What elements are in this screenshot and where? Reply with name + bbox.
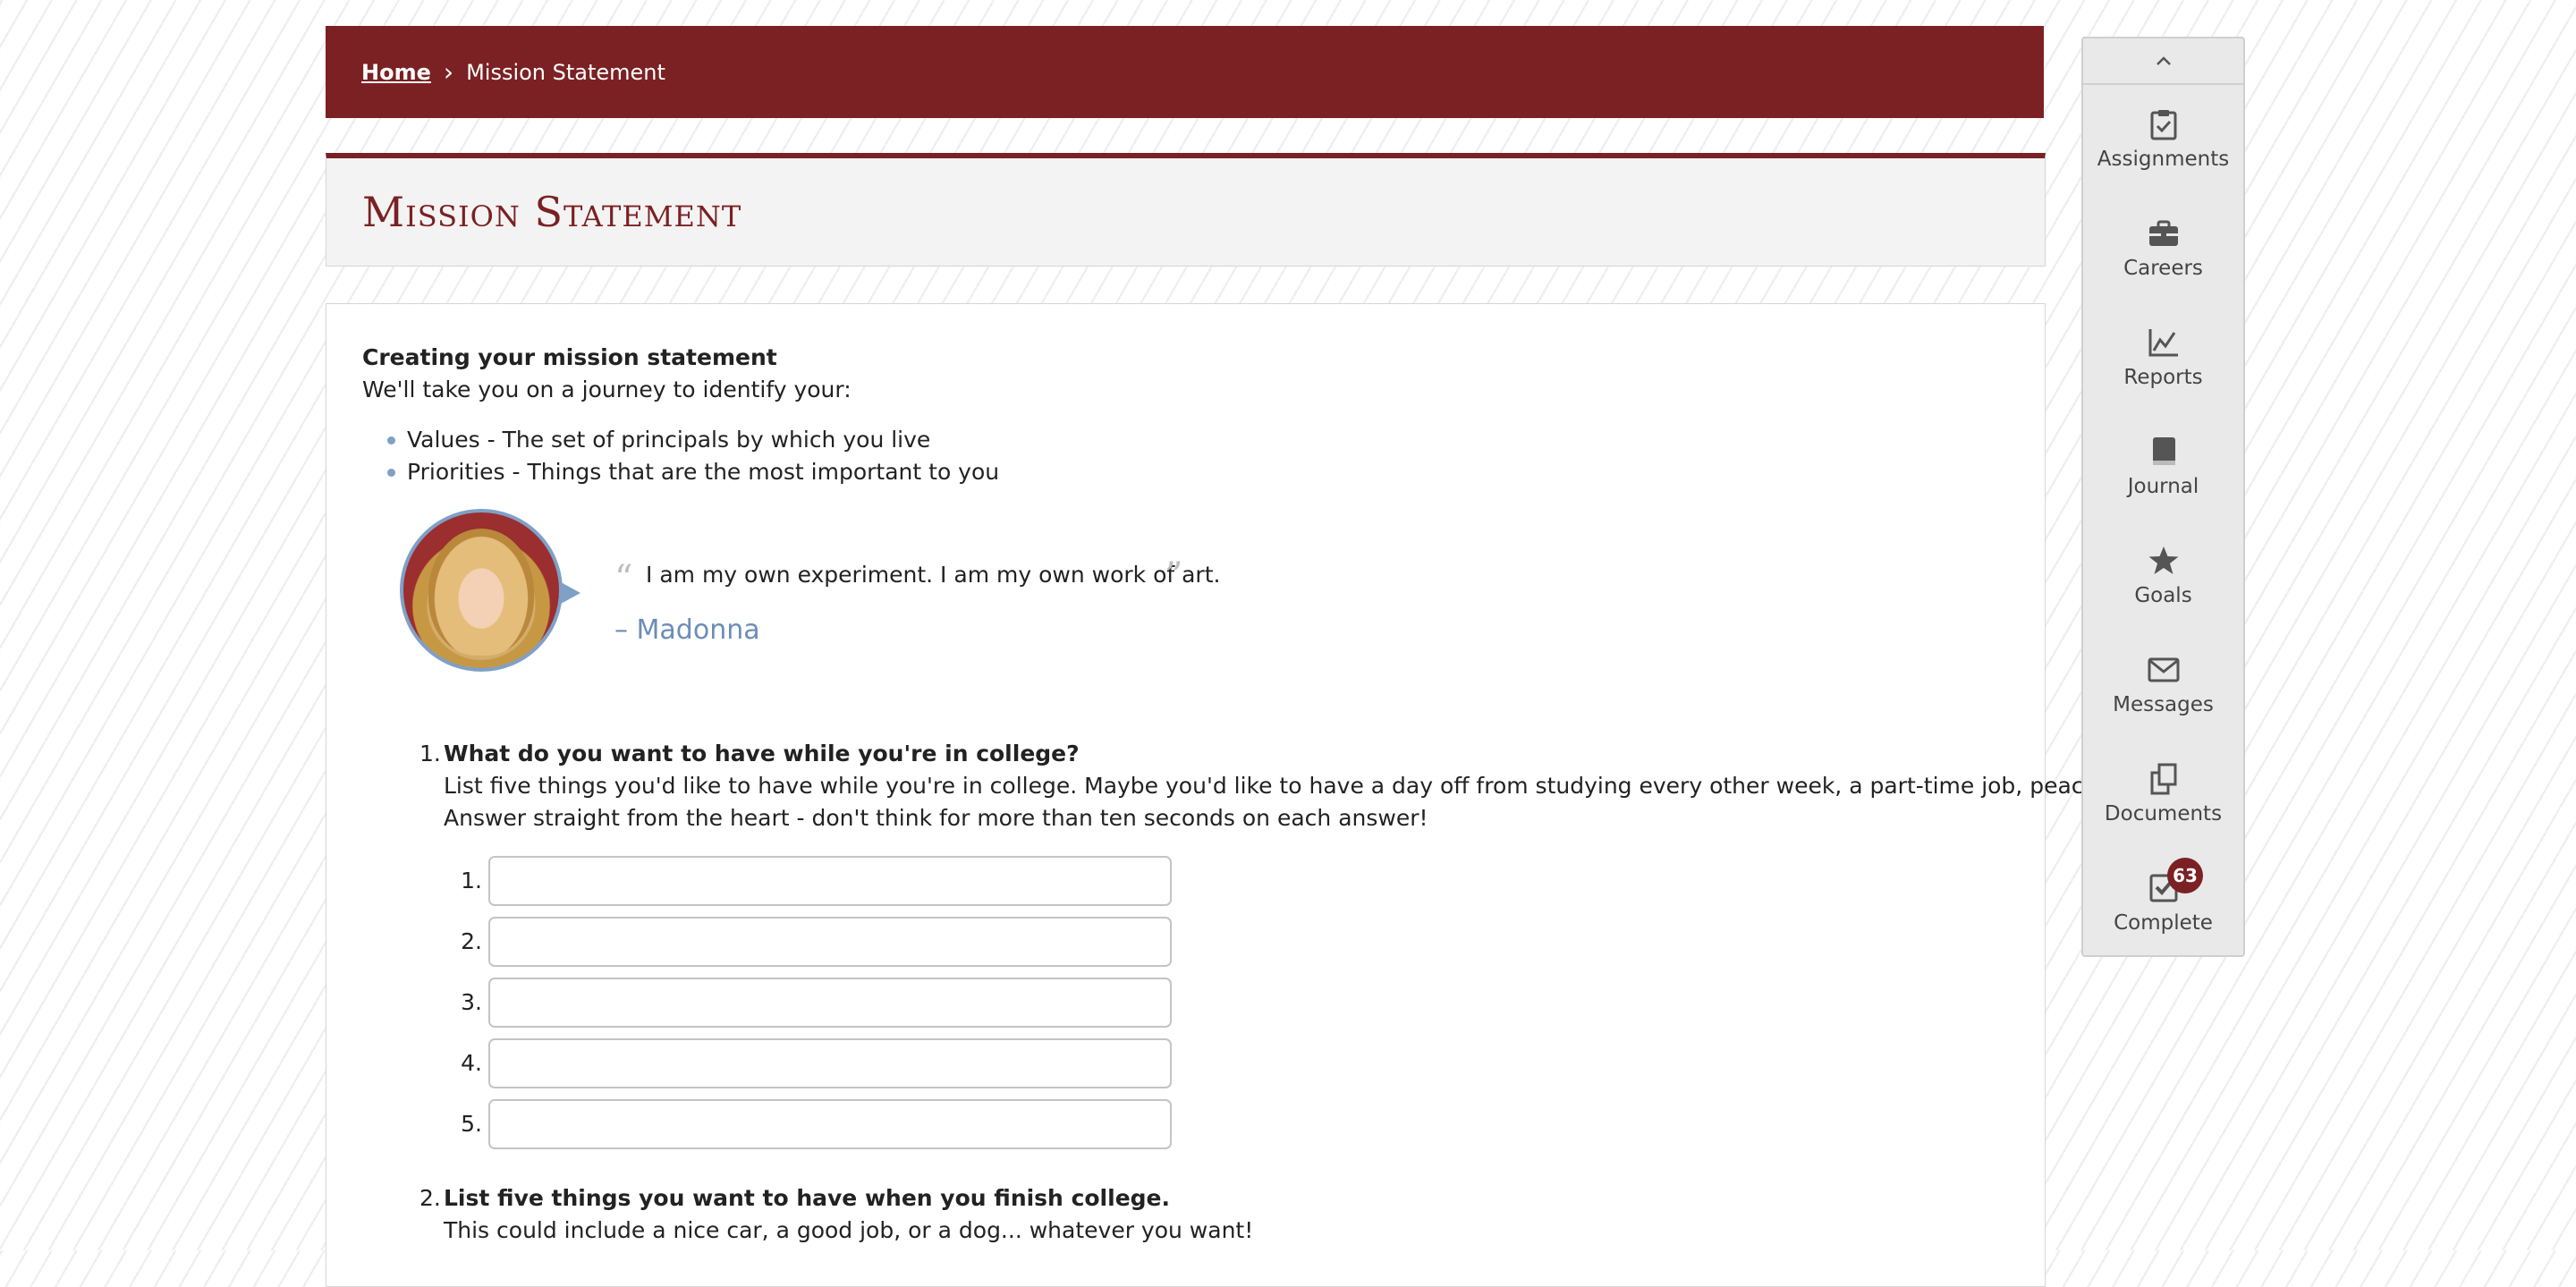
line-chart-icon	[2148, 329, 2178, 357]
page-title: Mission Statement	[362, 188, 742, 236]
quote-text: I am my own experiment. I am my own work…	[646, 562, 1221, 588]
star-icon	[2148, 546, 2178, 574]
breadcrumb-home-link[interactable]: Home	[361, 60, 431, 85]
complete-count-badge: 63	[2167, 858, 2203, 893]
sidebar-item-label: Goals	[2134, 584, 2192, 607]
answer-field-2[interactable]	[488, 917, 1172, 967]
bullet-values: Values - The set of principals by which …	[407, 427, 931, 453]
question-description: Answer straight from the heart - don't t…	[444, 805, 1428, 831]
quote-author: – Madonna	[614, 614, 760, 646]
quick-nav-sidebar: Assignments Careers Reports Journal Goal…	[2081, 37, 2245, 957]
content-panel: Creating your mission statement We'll ta…	[326, 303, 2218, 1287]
briefcase-icon	[2148, 220, 2178, 246]
question-description: List five things you'd like to have whil…	[444, 773, 2218, 799]
sidebar-item-label: Assignments	[2097, 148, 2230, 171]
intro-heading: Creating your mission statement	[362, 344, 777, 370]
answer-number: 5.	[461, 1111, 482, 1137]
bullet-priorities: Priorities - Things that are the most im…	[407, 459, 1000, 485]
bullet-dot	[387, 436, 395, 445]
speech-pointer	[561, 582, 580, 604]
breadcrumb: Home › Mission Statement	[326, 26, 2044, 118]
intro-text: We'll take you on a journey to identify …	[362, 377, 852, 402]
sidebar-item-assignments[interactable]: Assignments	[2083, 89, 2243, 198]
sidebar-item-label: Journal	[2127, 475, 2199, 498]
question-number: 2.	[419, 1185, 441, 1211]
breadcrumb-current: Mission Statement	[466, 59, 665, 85]
chevron-up-icon	[2156, 56, 2171, 65]
sidebar-item-label: Complete	[2114, 911, 2213, 935]
answer-field-4[interactable]	[488, 1038, 1172, 1088]
answer-number: 1.	[461, 868, 482, 893]
sidebar-item-goals[interactable]: Goals	[2083, 525, 2243, 634]
clipboard-check-icon	[2150, 110, 2176, 140]
sidebar-item-documents[interactable]: Documents	[2083, 743, 2243, 852]
sidebar-item-reports[interactable]: Reports	[2083, 307, 2243, 416]
close-quote-icon: ”	[1165, 555, 1183, 597]
answer-field-1[interactable]	[488, 856, 1172, 906]
sidebar-item-careers[interactable]: Careers	[2083, 198, 2243, 307]
sidebar-collapse-button[interactable]	[2083, 38, 2243, 85]
avatar-portrait	[428, 529, 534, 656]
sidebar-item-label: Messages	[2113, 693, 2214, 716]
open-quote-icon: “	[614, 558, 633, 599]
question-description: This could include a nice car, a good jo…	[444, 1217, 1254, 1243]
question-title: What do you want to have while you're in…	[444, 741, 1080, 766]
envelope-icon	[2148, 657, 2179, 682]
sidebar-item-journal[interactable]: Journal	[2083, 416, 2243, 525]
sidebar-item-messages[interactable]: Messages	[2083, 634, 2243, 743]
copy-icon	[2150, 763, 2176, 795]
answer-field-5[interactable]	[488, 1099, 1172, 1149]
title-panel: Mission Statement	[326, 153, 2046, 267]
answer-field-3[interactable]	[488, 978, 1172, 1028]
answer-number: 3.	[461, 989, 482, 1015]
sidebar-item-complete[interactable]: 63 Complete	[2083, 852, 2243, 961]
quote-author-avatar	[400, 509, 563, 672]
book-icon	[2152, 437, 2175, 465]
answer-number: 2.	[461, 928, 482, 954]
breadcrumb-separator-icon: ›	[443, 56, 454, 87]
question-number: 1.	[419, 741, 441, 766]
sidebar-item-label: Careers	[2123, 257, 2203, 280]
sidebar-item-label: Documents	[2104, 802, 2223, 826]
sidebar-item-label: Reports	[2123, 366, 2203, 389]
answer-number: 4.	[461, 1050, 482, 1076]
bullet-dot	[387, 469, 395, 477]
question-title: List five things you want to have when y…	[444, 1185, 1170, 1211]
